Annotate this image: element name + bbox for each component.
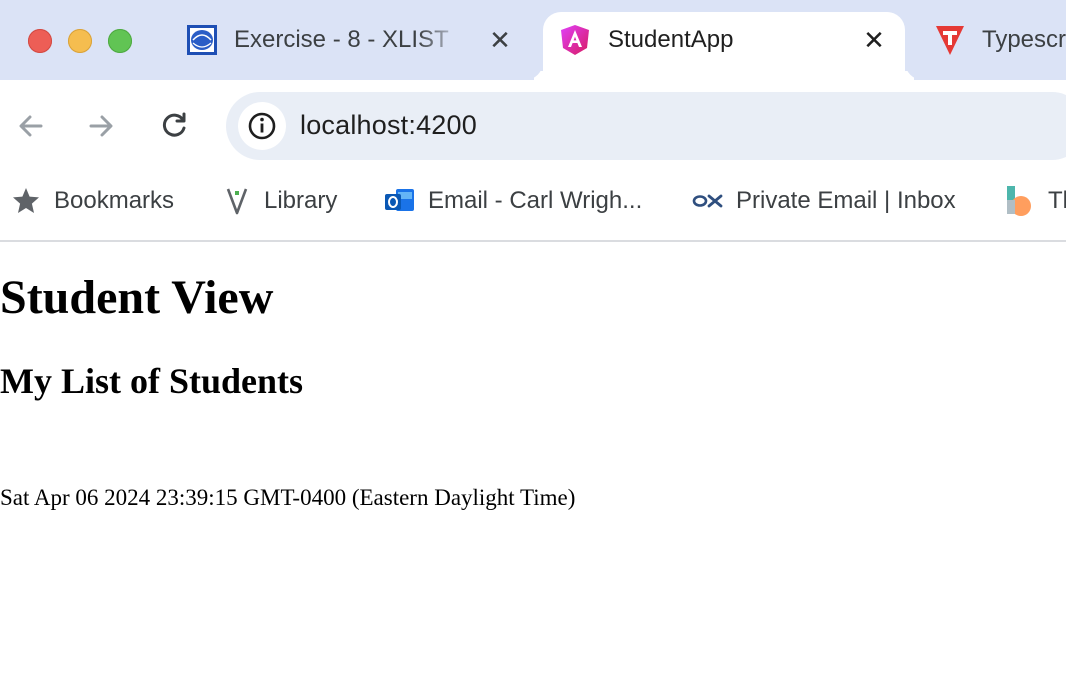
site-info-button[interactable] bbox=[238, 102, 286, 150]
tab-title: StudentApp bbox=[608, 26, 734, 53]
bookmark-label: Bookmarks bbox=[54, 187, 175, 214]
arrow-right-icon bbox=[89, 115, 113, 137]
tab-typescript[interactable]: Typescr bbox=[918, 12, 1066, 80]
close-window-button[interactable] bbox=[28, 29, 52, 53]
close-tab-icon[interactable]: ✕ bbox=[860, 26, 888, 54]
back-button[interactable] bbox=[11, 106, 51, 146]
maximize-window-button[interactable] bbox=[108, 29, 132, 53]
close-tab-icon[interactable]: ✕ bbox=[486, 26, 514, 54]
address-bar[interactable]: localhost:4200 bbox=[226, 92, 1066, 160]
bookmark-label: Library bbox=[264, 187, 338, 214]
reload-icon bbox=[162, 112, 186, 137]
tab-title: Typescr bbox=[982, 26, 1066, 53]
page-subtitle: My List of Students bbox=[0, 361, 304, 401]
georgetown-icon bbox=[186, 24, 218, 56]
browser-toolbar: localhost:4200 bbox=[0, 80, 1066, 172]
outlook-icon bbox=[384, 186, 414, 216]
typescript-icon bbox=[934, 24, 966, 56]
url-text[interactable]: localhost:4200 bbox=[300, 110, 477, 141]
current-date-text: Sat Apr 06 2024 23:39:15 GMT-0400 (Easte… bbox=[0, 485, 576, 510]
bookmark-label: Email - Carl Wrigh... bbox=[428, 187, 643, 214]
tab-studentapp[interactable]: StudentApp ✕ bbox=[543, 12, 905, 80]
star-icon bbox=[11, 186, 41, 216]
bookmark-app[interactable]: Tl bbox=[1005, 184, 1066, 216]
bookmark-private-email[interactable]: Private Email | Inbox bbox=[692, 184, 967, 216]
bookmarks-bar: Bookmarks Library Email - Carl Wrigh... bbox=[0, 172, 1066, 242]
bookmark-email[interactable]: Email - Carl Wrigh... bbox=[384, 184, 659, 216]
tab-exercise[interactable]: Exercise - 8 - XLIST ✕ bbox=[170, 12, 540, 80]
bookmark-label: Tl bbox=[1048, 187, 1066, 214]
arrow-left-icon bbox=[19, 115, 43, 137]
bookmark-bookmarks[interactable]: Bookmarks bbox=[11, 184, 186, 216]
bookmark-label: Private Email | Inbox bbox=[736, 187, 956, 214]
angular-icon bbox=[559, 24, 591, 56]
ox-mail-icon bbox=[692, 186, 723, 216]
library-icon bbox=[222, 186, 252, 216]
bookmark-library[interactable]: Library bbox=[222, 184, 347, 216]
reload-button[interactable] bbox=[154, 106, 194, 146]
tab-strip: Exercise - 8 - XLIST ✕ StudentApp ✕ Type… bbox=[0, 0, 1066, 80]
minimize-window-button[interactable] bbox=[68, 29, 92, 53]
bookmark-app-icon bbox=[1005, 186, 1035, 216]
info-icon bbox=[248, 112, 276, 140]
forward-button[interactable] bbox=[81, 106, 121, 146]
page-content: Student View My List of Students Sat Apr… bbox=[0, 242, 1066, 688]
page-title: Student View bbox=[0, 271, 274, 324]
tab-title: Exercise - 8 - XLIST bbox=[234, 26, 449, 53]
